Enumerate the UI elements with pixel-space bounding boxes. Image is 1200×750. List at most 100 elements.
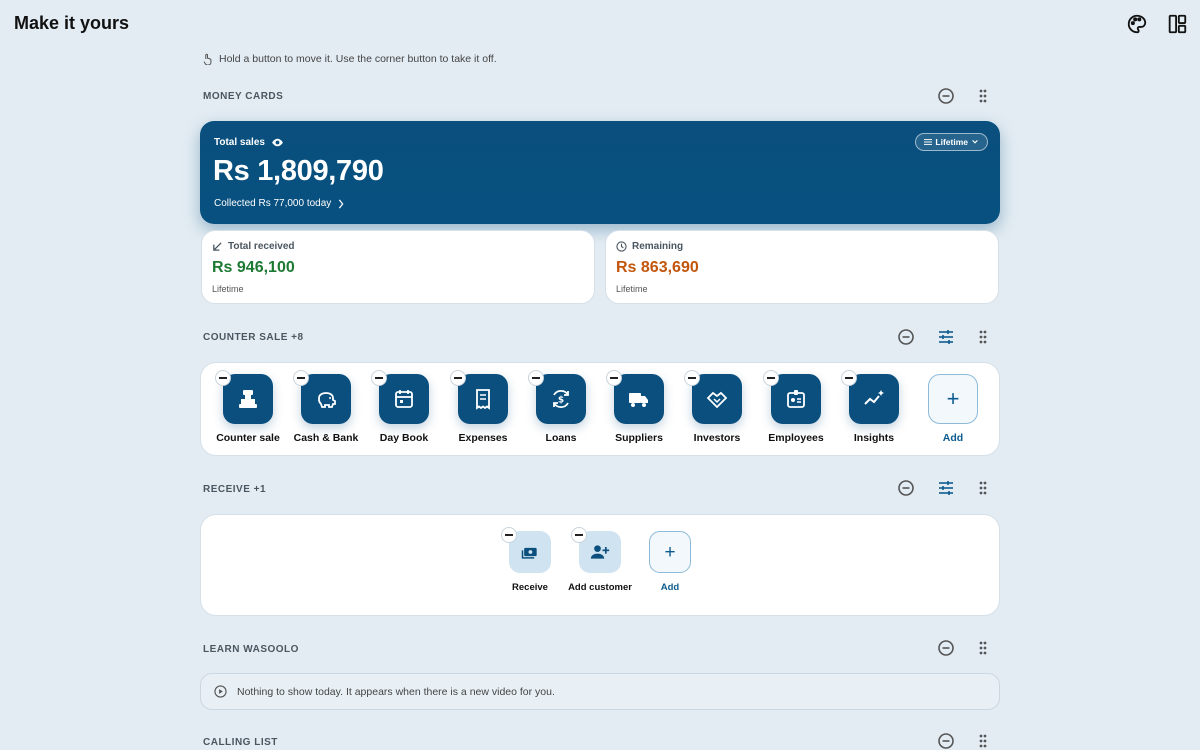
remove-tile-icon[interactable] [528, 370, 544, 386]
chevron-right-icon [339, 198, 344, 209]
tile-day-book[interactable]: Day Book [364, 370, 444, 444]
tile-receive[interactable]: Receive [490, 527, 570, 593]
remaining-label-row: Remaining [616, 241, 683, 252]
piggy-bank-icon [318, 392, 336, 408]
palette-icon[interactable] [1126, 13, 1148, 35]
filter-icon [924, 139, 933, 145]
section-title-receive: RECEIVE +1 [203, 484, 267, 495]
money-receive-icon [521, 547, 537, 559]
remaining-period: Lifetime [616, 284, 648, 294]
tile-label: Loans [545, 432, 577, 444]
remove-tile-icon[interactable] [571, 527, 587, 543]
period-filter-label: Lifetime [935, 137, 968, 147]
tile-label: Investors [693, 432, 741, 444]
truck-icon [629, 393, 648, 407]
drag-handle-icon[interactable] [974, 87, 992, 105]
remove-section-icon[interactable] [937, 87, 955, 105]
chevron-down-icon [972, 140, 978, 144]
tile-label: Counter sale [216, 432, 280, 444]
section-title-learn: LEARN WASOOLO [203, 644, 299, 655]
total-received-label-row: Total received [212, 241, 295, 252]
section-title-calling-list: CALLING LIST [203, 737, 278, 748]
cash-register-icon [239, 390, 257, 408]
play-circle-icon [214, 685, 227, 698]
add-tile-button[interactable]: + Add [630, 531, 710, 593]
receive-panel: Receive Add customer + Add [200, 514, 1000, 616]
remove-section-icon[interactable] [937, 639, 955, 657]
remove-tile-icon[interactable] [450, 370, 466, 386]
tile-investors[interactable]: Investors [677, 370, 757, 444]
remaining-card[interactable]: Remaining Rs 863,690 Lifetime [605, 230, 999, 304]
layout-icon[interactable] [1166, 13, 1188, 35]
tile-label: Day Book [379, 432, 429, 444]
total-sales-amount: Rs 1,809,790 [213, 155, 384, 187]
total-sales-label-row: Total sales [214, 136, 284, 149]
page-title: Make it yours [14, 13, 130, 33]
total-sales-card[interactable]: Total sales Rs 1,809,790 Collected Rs 77… [200, 121, 1000, 224]
drag-hint: Hold a button to move it. Use the corner… [203, 53, 497, 65]
drag-handle-icon[interactable] [974, 639, 992, 657]
add-tile-button[interactable]: + Add [913, 374, 993, 444]
calendar-icon [395, 390, 413, 408]
remaining-amount: Rs 863,690 [616, 259, 699, 276]
tile-counter-sale[interactable]: Counter sale [208, 370, 288, 444]
tile-label: Add customer [568, 582, 632, 593]
learn-empty-state: Nothing to show today. It appears when t… [200, 673, 1000, 710]
eye-icon[interactable] [271, 136, 284, 149]
customize-sliders-icon[interactable] [937, 328, 955, 346]
collected-today-link[interactable]: Collected Rs 77,000 today [214, 198, 345, 209]
tile-employees[interactable]: Employees [756, 370, 836, 444]
total-received-label: Total received [228, 241, 295, 252]
tile-label: Receive [512, 582, 548, 593]
remove-tile-icon[interactable] [501, 527, 517, 543]
remove-section-icon[interactable] [937, 732, 955, 750]
tile-label: Expenses [458, 432, 508, 444]
remove-section-icon[interactable] [897, 479, 915, 497]
remove-tile-icon[interactable] [763, 370, 779, 386]
remove-tile-icon[interactable] [371, 370, 387, 386]
section-title-money-cards: MONEY CARDS [203, 91, 284, 102]
plus-icon: + [664, 541, 676, 563]
tile-label: Insights [853, 432, 895, 444]
tile-label: Suppliers [615, 432, 663, 444]
tile-loans[interactable]: $ Loans [521, 370, 601, 444]
collected-today-text: Collected Rs 77,000 today [214, 198, 332, 209]
tile-add-customer[interactable]: Add customer [560, 527, 640, 593]
add-tile-label: Add [660, 582, 680, 593]
drag-handle-icon[interactable] [974, 328, 992, 346]
total-sales-label: Total sales [214, 137, 265, 148]
tile-expenses[interactable]: Expenses [443, 370, 523, 444]
section-title-counter-sale: COUNTER SALE +8 [203, 332, 304, 343]
remove-tile-icon[interactable] [684, 370, 700, 386]
id-badge-icon [787, 390, 805, 408]
sparkle-chart-icon [864, 390, 884, 405]
handshake-icon [706, 391, 728, 409]
remaining-label: Remaining [632, 241, 684, 252]
tile-suppliers[interactable]: Suppliers [599, 370, 679, 444]
svg-text:$: $ [558, 396, 564, 406]
remove-tile-icon[interactable] [606, 370, 622, 386]
period-filter-button[interactable]: Lifetime [915, 133, 988, 151]
top-bar: Make it yours [0, 0, 1200, 48]
drag-handle-icon[interactable] [974, 479, 992, 497]
remove-section-icon[interactable] [897, 328, 915, 346]
customize-sliders-icon[interactable] [937, 479, 955, 497]
plus-icon: + [946, 386, 960, 411]
total-received-card[interactable]: Total received Rs 946,100 Lifetime [201, 230, 595, 304]
clock-icon [616, 241, 627, 252]
loan-cycle-icon: $ [553, 389, 569, 409]
person-add-icon [590, 545, 610, 559]
add-tile-label: Add [942, 432, 964, 444]
remove-tile-icon[interactable] [841, 370, 857, 386]
total-received-amount: Rs 946,100 [212, 259, 295, 276]
arrow-down-left-icon [213, 242, 222, 251]
remove-tile-icon[interactable] [293, 370, 309, 386]
tile-cash-bank[interactable]: Cash & Bank [286, 370, 366, 444]
hand-icon [203, 53, 212, 65]
drag-handle-icon[interactable] [974, 732, 992, 750]
receipt-icon [476, 389, 490, 410]
total-received-period: Lifetime [212, 284, 244, 294]
tile-insights[interactable]: Insights [834, 370, 914, 444]
tile-label: Cash & Bank [293, 432, 359, 444]
remove-tile-icon[interactable] [215, 370, 231, 386]
